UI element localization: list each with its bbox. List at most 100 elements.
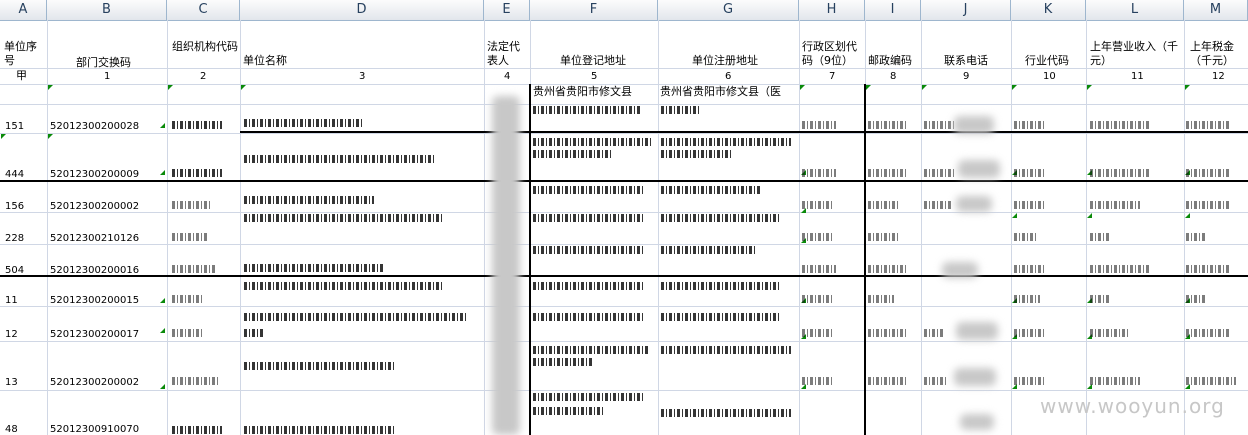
index-number[interactable]: 5 — [591, 71, 597, 83]
row-seq[interactable]: 228 — [5, 233, 24, 245]
top-row-reg-address[interactable]: 贵州省贵阳市修文县 — [533, 86, 632, 98]
redacted-text — [533, 313, 643, 321]
row-seq[interactable]: 444 — [5, 169, 24, 181]
column-letter-l[interactable]: L — [1086, 0, 1184, 20]
row-seq[interactable]: 504 — [5, 265, 24, 277]
row-dept-code[interactable]: 52012300210126 — [50, 233, 139, 245]
column-letter-k[interactable]: K — [1011, 0, 1086, 20]
redacted-text — [533, 346, 649, 354]
row-seq[interactable]: 11 — [5, 295, 18, 307]
header-legal-rep[interactable]: 法定代表人 — [487, 40, 527, 68]
column-letter-e[interactable]: E — [484, 0, 530, 20]
redacted-text — [924, 121, 954, 129]
index-marker[interactable]: 甲 — [16, 70, 27, 82]
redacted-text — [661, 282, 781, 290]
header-dept-code[interactable]: 部门交换码 — [76, 56, 131, 70]
header-revenue[interactable]: 上年营业收入（千元） — [1090, 40, 1184, 68]
column-letter-h[interactable]: H — [799, 0, 865, 20]
error-indicator-icon — [160, 384, 165, 389]
gridline — [0, 104, 1248, 105]
row-seq[interactable]: 12 — [5, 329, 18, 341]
row-dept-code[interactable]: 52012300910070 — [50, 424, 139, 435]
column-letter-c[interactable]: C — [167, 0, 240, 20]
index-number[interactable]: 12 — [1212, 71, 1225, 83]
row-dept-code[interactable]: 52012300200015 — [50, 295, 139, 307]
header-postcode[interactable]: 邮政编码 — [868, 54, 912, 68]
column-letter-j[interactable]: J — [921, 0, 1011, 20]
index-number[interactable]: 8 — [890, 71, 896, 83]
redacted-text — [868, 233, 898, 241]
error-indicator-icon — [160, 298, 165, 303]
redacted-text — [661, 313, 781, 321]
row-dept-code[interactable]: 52012300200002 — [50, 201, 139, 213]
row-seq[interactable]: 156 — [5, 201, 24, 213]
column-letter-d[interactable]: D — [240, 0, 484, 20]
row-dept-code[interactable]: 52012300200002 — [50, 377, 139, 389]
redacted-text — [1090, 329, 1130, 337]
blurred-phone — [954, 368, 996, 386]
header-org-code[interactable]: 组织机构代码 — [172, 40, 238, 54]
error-indicator-icon — [1087, 85, 1092, 90]
thick-border — [529, 84, 531, 435]
header-admin-code[interactable]: 行政区划代码（9位） — [802, 40, 864, 68]
column-letter-i[interactable]: I — [865, 0, 921, 20]
row-seq[interactable]: 13 — [5, 377, 18, 389]
gridline — [0, 68, 1248, 69]
index-number[interactable]: 11 — [1131, 71, 1144, 83]
redacted-text — [661, 186, 761, 194]
redacted-text — [868, 377, 908, 385]
column-letter-a[interactable]: A — [0, 0, 47, 20]
thick-border — [0, 180, 1248, 182]
header-registered-address[interactable]: 单位注册地址 — [692, 54, 758, 68]
row-seq[interactable]: 48 — [5, 424, 18, 435]
redacted-text — [533, 186, 643, 194]
redacted-text — [661, 138, 791, 146]
column-letter-g[interactable]: G — [658, 0, 799, 20]
gridline — [0, 390, 1248, 391]
redacted-text — [802, 121, 836, 129]
redacted-text — [1186, 169, 1230, 177]
header-phone[interactable]: 联系电话 — [944, 54, 988, 68]
redacted-text — [661, 150, 731, 158]
index-number[interactable]: 2 — [200, 71, 206, 83]
header-unit-seq[interactable]: 单位序号 — [4, 40, 46, 68]
error-indicator-icon — [1185, 85, 1190, 90]
row-seq[interactable]: 151 — [5, 121, 24, 133]
index-number[interactable]: 1 — [104, 71, 110, 83]
gridline — [0, 341, 1248, 342]
row-dept-code[interactable]: 52012300200017 — [50, 329, 139, 341]
error-indicator-icon — [1, 134, 6, 139]
row-dept-code[interactable]: 52012300200028 — [50, 121, 139, 133]
top-row-registered-address[interactable]: 贵州省贵阳市修文县（医 — [660, 86, 781, 98]
redacted-text — [868, 329, 908, 337]
redacted-text — [1186, 377, 1236, 385]
gridline — [0, 212, 1248, 213]
column-letter-m[interactable]: M — [1184, 0, 1248, 20]
redacted-text — [244, 362, 394, 370]
index-number[interactable]: 9 — [963, 71, 969, 83]
header-reg-address[interactable]: 单位登记地址 — [560, 54, 626, 68]
error-indicator-icon — [1012, 213, 1017, 218]
redacted-text — [1014, 329, 1044, 337]
index-number[interactable]: 4 — [504, 71, 510, 83]
redacted-text — [802, 201, 832, 209]
thick-border — [0, 275, 1248, 277]
column-letter-b[interactable]: B — [47, 0, 167, 20]
row-dept-code[interactable]: 52012300200009 — [50, 169, 139, 181]
row-dept-code[interactable]: 52012300200016 — [50, 265, 139, 277]
index-number[interactable]: 3 — [359, 71, 365, 83]
error-indicator-icon — [1087, 213, 1092, 218]
redacted-text — [533, 214, 643, 222]
error-indicator-icon — [160, 328, 165, 333]
index-number[interactable]: 10 — [1043, 71, 1056, 83]
index-number[interactable]: 6 — [725, 71, 731, 83]
header-industry[interactable]: 行业代码 — [1025, 54, 1069, 68]
index-number[interactable]: 7 — [829, 71, 835, 83]
redacted-text — [1014, 201, 1044, 209]
header-tax[interactable]: 上年税金（千元） — [1190, 40, 1248, 68]
header-unit-name[interactable]: 单位名称 — [243, 54, 287, 68]
column-letter-f[interactable]: F — [530, 0, 658, 20]
gridline — [799, 20, 800, 435]
redacted-text — [868, 295, 894, 303]
redacted-text — [868, 265, 908, 273]
